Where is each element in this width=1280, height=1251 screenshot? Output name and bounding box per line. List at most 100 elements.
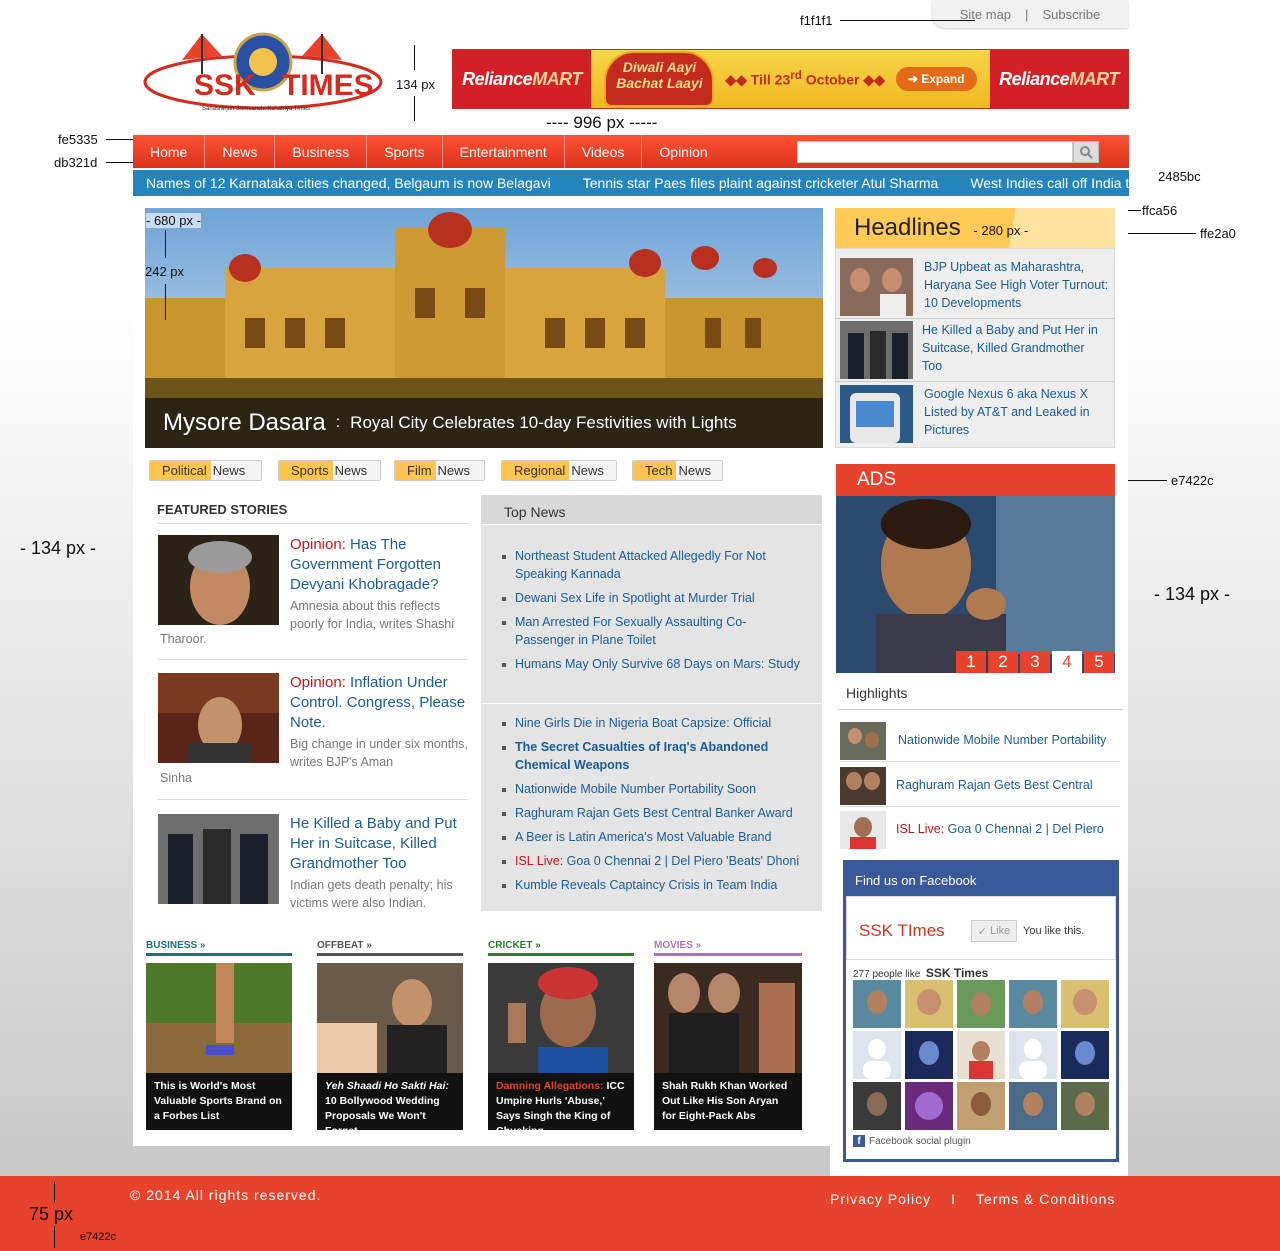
top-news-item[interactable]: ISL Live: Goa 0 Chennai 2 | Del Piero 'B… (502, 852, 802, 870)
search-input[interactable] (797, 141, 1073, 163)
top-news-item[interactable]: Kumble Reveals Captaincy Crisis in Team … (502, 876, 802, 894)
nav-entertainment[interactable]: Entertainment (443, 135, 565, 168)
ads-page-4[interactable]: 4 (1052, 651, 1082, 673)
bottom-cat-heading[interactable]: BUSINESS » (146, 940, 292, 956)
fan-avatar[interactable] (1009, 1031, 1057, 1079)
top-news-item[interactable]: Nine Girls Die in Nigeria Boat Capsize: … (502, 714, 802, 732)
headline-text[interactable]: BJP Upbeat as Maharashtra, Haryana See H… (924, 258, 1109, 312)
bottom-cat-caption[interactable]: Damning Allegations: ICC Umpire Hurls 'A… (488, 1073, 634, 1137)
fan-avatar[interactable] (1009, 1082, 1057, 1130)
divider (835, 381, 1115, 382)
story-title[interactable]: He Killed a Baby and Put Her in Suitcase… (290, 814, 468, 874)
terms-link[interactable]: Terms & Conditions (976, 1191, 1115, 1207)
ad-banner[interactable]: Reliance MART Diwali Aayi Bachat Laayi ◆◆… (452, 49, 1129, 109)
fan-avatar[interactable] (853, 1082, 901, 1130)
top-news-item[interactable]: Northeast Student Attacked Allegedly For… (502, 547, 802, 583)
fan-avatar[interactable] (957, 1082, 1005, 1130)
headline-item: Google Nexus 6 aka Nexus X Listed by AT&… (840, 385, 1113, 443)
fan-avatar[interactable] (1061, 1082, 1109, 1130)
fan-avatar[interactable] (905, 1031, 953, 1079)
fan-avatar[interactable] (853, 980, 901, 1028)
fan-avatar[interactable] (905, 1082, 953, 1130)
fan-avatar[interactable] (853, 1031, 901, 1079)
category-film-news[interactable]: Film News (394, 460, 485, 481)
headline-text[interactable]: Google Nexus 6 aka Nexus X Listed by AT&… (924, 385, 1109, 439)
headline-text[interactable]: He Killed a Baby and Put Her in Suitcase… (922, 321, 1107, 375)
search-button[interactable] (1073, 141, 1099, 163)
slider-title[interactable]: Mysore Dasara (163, 409, 326, 437)
ads-page-3[interactable]: 3 (1020, 651, 1050, 673)
fan-avatar[interactable] (957, 1031, 1005, 1079)
bottom-cat-caption[interactable]: Yeh Shaadi Ho Sakti Hai: 10 Bollywood We… (317, 1073, 463, 1137)
top-news-item[interactable]: Dewani Sex Life in Spotlight at Murder T… (502, 589, 802, 607)
story-thumbnail[interactable] (158, 535, 279, 625)
headline-thumbnail[interactable] (840, 321, 913, 379)
featured-story: He Killed a Baby and Put Her in Suitcase… (158, 814, 468, 914)
story-thumbnail[interactable] (158, 814, 279, 904)
top-news-item[interactable]: The Secret Casualties of Iraq's Abandone… (502, 738, 802, 774)
highlight-thumbnail[interactable] (840, 767, 886, 805)
divider (835, 318, 1115, 319)
ads-page-5[interactable]: 5 (1084, 651, 1114, 673)
story-title[interactable]: Opinion: Inflation Under Control. Congre… (290, 673, 468, 733)
reliance-logo-right: Reliance MART (990, 50, 1128, 108)
headline-item: He Killed a Baby and Put Her in Suitcase… (840, 321, 1113, 379)
ticker-item[interactable]: West Indies call off India tour; BCCI fu… (970, 175, 1129, 191)
top-news-item[interactable]: Humans May Only Survive 68 Days on Mars:… (502, 655, 802, 673)
nav-news[interactable]: News (205, 135, 276, 168)
fan-avatar[interactable] (905, 980, 953, 1028)
nav-business[interactable]: Business (275, 135, 368, 168)
headline-thumbnail[interactable] (840, 258, 913, 316)
top-news-item[interactable]: Man Arrested For Sexually Assaulting Co-… (502, 613, 802, 649)
fan-avatar[interactable] (957, 980, 1005, 1028)
category-political-news[interactable]: Political News (149, 460, 262, 481)
fan-avatar[interactable] (1061, 980, 1109, 1028)
ticker-item[interactable]: Tennis star Paes files plaint against cr… (583, 175, 939, 191)
annotation-134px-height: 134 px (396, 77, 436, 92)
facebook-people-count: 277 people like SSK Times (853, 966, 989, 980)
headline-thumbnail[interactable] (840, 385, 913, 443)
category-sports-news[interactable]: Sports News (278, 460, 381, 481)
subscribe-link[interactable]: Subscribe (1042, 7, 1100, 22)
ticker-item[interactable]: Names of 12 Karnataka cities changed, Be… (146, 175, 551, 191)
bottom-cat-heading[interactable]: MOVIES » (654, 940, 802, 956)
top-links-divider: | (1025, 6, 1029, 22)
bottom-cat-image[interactable] (317, 963, 463, 1073)
nav-sports[interactable]: Sports (367, 135, 443, 168)
bottom-cat-heading[interactable]: CRICKET » (488, 940, 634, 956)
ads-page-2[interactable]: 2 (988, 651, 1018, 673)
bottom-cat-caption[interactable]: This is World's Most Valuable Sports Bra… (146, 1073, 292, 1130)
annotation-75px: 75 px (29, 1204, 74, 1224)
highlight-text[interactable]: Raghuram Rajan Gets Best Central (896, 778, 1093, 792)
category-tech-news[interactable]: Tech News (632, 460, 723, 481)
fan-avatar[interactable] (1061, 1031, 1109, 1079)
highlight-text[interactable]: ISL Live: Goa 0 Chennai 2 | Del Piero (896, 822, 1104, 836)
bottom-cat-image[interactable] (146, 963, 292, 1073)
banner-expand-button[interactable]: ➜ Expand (895, 67, 977, 91)
ads-page-1[interactable]: 1 (956, 651, 986, 673)
bottom-cat-caption[interactable]: Shah Rukh Khan Worked Out Like His Son A… (654, 1073, 802, 1130)
highlight-thumbnail[interactable] (840, 811, 886, 849)
highlight-thumbnail[interactable] (840, 722, 886, 760)
top-news-item[interactable]: Nationwide Mobile Number Portability Soo… (502, 780, 802, 798)
bottom-cat-heading[interactable]: OFFBEAT » (317, 940, 463, 956)
privacy-policy-link[interactable]: Privacy Policy (830, 1191, 931, 1207)
top-news-item[interactable]: A Beer is Latin America's Most Valuable … (502, 828, 802, 846)
story-thumbnail[interactable] (158, 673, 279, 763)
nav-home[interactable]: Home (133, 135, 206, 168)
nav-opinion[interactable]: Opinion (642, 135, 724, 168)
facebook-page-name[interactable]: SSK TImes (859, 921, 945, 941)
site-logo[interactable]: SSK TIMES Sahasrarjun Somvanshi Kshatriy… (142, 26, 384, 118)
nav-videos[interactable]: Videos (565, 135, 643, 168)
highlight-item: ISL Live: Goa 0 Chennai 2 | Del Piero (840, 811, 1120, 851)
story-title[interactable]: Opinion: Has The Government Forgotten De… (290, 535, 468, 595)
top-news-heading: Top News (481, 495, 822, 525)
bottom-cat-image[interactable] (654, 963, 802, 1073)
bottom-cat-image[interactable] (488, 963, 634, 1073)
fan-avatar[interactable] (1009, 980, 1057, 1028)
facebook-like-button[interactable]: ✓ Like (971, 920, 1017, 942)
category-regional-news[interactable]: Regional News (501, 460, 617, 481)
highlight-text[interactable]: Nationwide Mobile Number Portability (898, 733, 1106, 747)
top-news-item[interactable]: Raghuram Rajan Gets Best Central Banker … (502, 804, 802, 822)
annotation-line (54, 1226, 55, 1248)
